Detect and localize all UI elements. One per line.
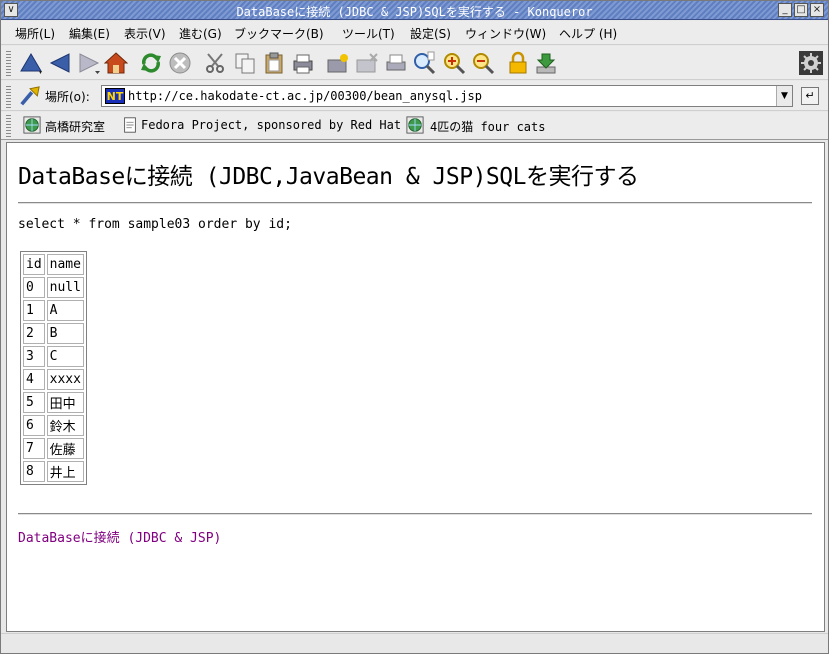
- cell-name: C: [46, 346, 84, 367]
- table-header-row: id name: [23, 254, 84, 275]
- divider: [18, 513, 812, 515]
- cell-id: 7: [23, 438, 45, 459]
- table-row: 3 C: [23, 346, 84, 367]
- zoom-out-icon[interactable]: [471, 51, 495, 75]
- cell-name: null: [46, 277, 84, 298]
- find-icon[interactable]: [412, 51, 436, 75]
- title-bar[interactable]: ∨ DataBaseに接続 (JDBC & JSP)SQLを実行する - Kon…: [1, 1, 828, 20]
- close-button[interactable]: ×: [810, 3, 824, 17]
- web-content: DataBaseに接続 (JDBC,JavaBean & JSP)SQLを実行す…: [6, 142, 825, 632]
- footer-link[interactable]: DataBaseに接続 (JDBC & JSP): [18, 527, 221, 546]
- cell-id: 5: [23, 392, 45, 413]
- table-row: 2 B: [23, 323, 84, 344]
- maximize-button[interactable]: □: [794, 3, 808, 17]
- menu-settings[interactable]: 設定(S): [410, 25, 451, 42]
- bookmark-four-cats[interactable]: 4匹の猫 four cats: [430, 118, 545, 135]
- browser-window: ∨ DataBaseに接続 (JDBC & JSP)SQLを実行する - Kon…: [0, 0, 829, 654]
- globe-icon: [23, 116, 41, 134]
- go-button[interactable]: ↵: [801, 87, 819, 105]
- up-icon[interactable]: [19, 51, 43, 75]
- cell-name: 井上: [46, 461, 84, 482]
- page-heading: DataBaseに接続 (JDBC,JavaBean & JSP)SQLを実行す…: [18, 164, 639, 190]
- cut-icon[interactable]: [204, 51, 228, 75]
- table-row: 1 A: [23, 300, 84, 321]
- security-lock-icon[interactable]: [506, 51, 530, 75]
- forward-icon[interactable]: [77, 51, 101, 75]
- cell-id: 4: [23, 369, 45, 390]
- cell-id: 0: [23, 277, 45, 298]
- menu-window[interactable]: ウィンドウ(W): [465, 25, 546, 42]
- clear-location-icon[interactable]: [19, 85, 41, 107]
- cell-id: 3: [23, 346, 45, 367]
- zoom-in-icon[interactable]: [442, 51, 466, 75]
- menu-help[interactable]: ヘルプ (H): [559, 25, 617, 42]
- paste-icon[interactable]: [262, 51, 286, 75]
- window-title: DataBaseに接続 (JDBC & JSP)SQLを実行する - Konqu…: [236, 5, 593, 19]
- menu-bar: 場所(L) 編集(E) 表示(V) 進む(G) ブックマーク(B) ツール(T)…: [1, 21, 828, 45]
- header-cell-id: id: [23, 254, 45, 275]
- new-tab-icon[interactable]: [326, 51, 350, 75]
- table-row: 0 null: [23, 277, 84, 298]
- bookmark-toolbar: 高橋研究室 Fedora Project, sponsored by Red H…: [1, 112, 828, 140]
- toolbar-grip[interactable]: [6, 50, 11, 76]
- globe-icon: [406, 116, 424, 134]
- menu-location[interactable]: 場所(L): [15, 25, 55, 42]
- cell-id: 8: [23, 461, 45, 482]
- cell-name: B: [46, 323, 84, 344]
- table-row: 5 田中: [23, 392, 84, 413]
- status-bar: [1, 633, 828, 653]
- bookmark-grip[interactable]: [6, 115, 11, 137]
- main-toolbar: [1, 46, 828, 80]
- url-input[interactable]: NT http://ce.hakodate-ct.ac.jp/00300/bea…: [101, 85, 793, 107]
- back-icon[interactable]: [48, 51, 72, 75]
- cell-name: 佐藤: [46, 438, 84, 459]
- cell-name: A: [46, 300, 84, 321]
- table-row: 4 xxxx: [23, 369, 84, 390]
- download-icon[interactable]: [534, 51, 558, 75]
- divider: [18, 202, 812, 204]
- minimize-button[interactable]: _: [778, 3, 792, 17]
- cell-id: 2: [23, 323, 45, 344]
- cell-id: 1: [23, 300, 45, 321]
- menu-go[interactable]: 進む(G): [179, 25, 222, 42]
- close-tab-icon[interactable]: [355, 51, 379, 75]
- cell-name: 鈴木: [46, 415, 84, 436]
- header-cell-name: name: [46, 254, 84, 275]
- location-label: 場所(o):: [45, 90, 90, 104]
- url-history-dropdown[interactable]: ▼: [776, 86, 792, 106]
- cell-name: xxxx: [46, 369, 84, 390]
- page-icon: [124, 117, 136, 133]
- location-toolbar: 場所(o): NT http://ce.hakodate-ct.ac.jp/00…: [1, 81, 828, 111]
- result-table-body: id name 0 null 1 A 2 B 3 C 4 xxxx 5 田中 6…: [23, 254, 84, 482]
- copy-icon[interactable]: [233, 51, 257, 75]
- table-row: 8 井上: [23, 461, 84, 482]
- menu-view[interactable]: 表示(V): [124, 25, 166, 42]
- menu-edit[interactable]: 編集(E): [69, 25, 110, 42]
- menu-bookmarks[interactable]: ブックマーク(B): [234, 25, 324, 42]
- location-grip[interactable]: [6, 84, 11, 108]
- table-row: 6 鈴木: [23, 415, 84, 436]
- menu-tools[interactable]: ツール(T): [342, 25, 395, 42]
- site-favicon: NT: [105, 88, 125, 104]
- konqueror-gear-icon[interactable]: [799, 51, 823, 75]
- stop-icon[interactable]: [168, 51, 192, 75]
- bookmark-fedora-project[interactable]: Fedora Project, sponsored by Red Hat: [141, 118, 401, 132]
- bookmark-takahashi-lab[interactable]: 高橋研究室: [45, 118, 105, 135]
- print-icon[interactable]: [291, 51, 315, 75]
- reload-icon[interactable]: [139, 51, 163, 75]
- url-text[interactable]: http://ce.hakodate-ct.ac.jp/00300/bean_a…: [128, 89, 482, 103]
- print-preview-icon[interactable]: [384, 51, 408, 75]
- result-table: id name 0 null 1 A 2 B 3 C 4 xxxx 5 田中 6…: [20, 251, 87, 485]
- cell-id: 6: [23, 415, 45, 436]
- cell-name: 田中: [46, 392, 84, 413]
- sql-query-text: select * from sample03 order by id;: [18, 217, 292, 232]
- table-row: 7 佐藤: [23, 438, 84, 459]
- home-icon[interactable]: [104, 51, 128, 75]
